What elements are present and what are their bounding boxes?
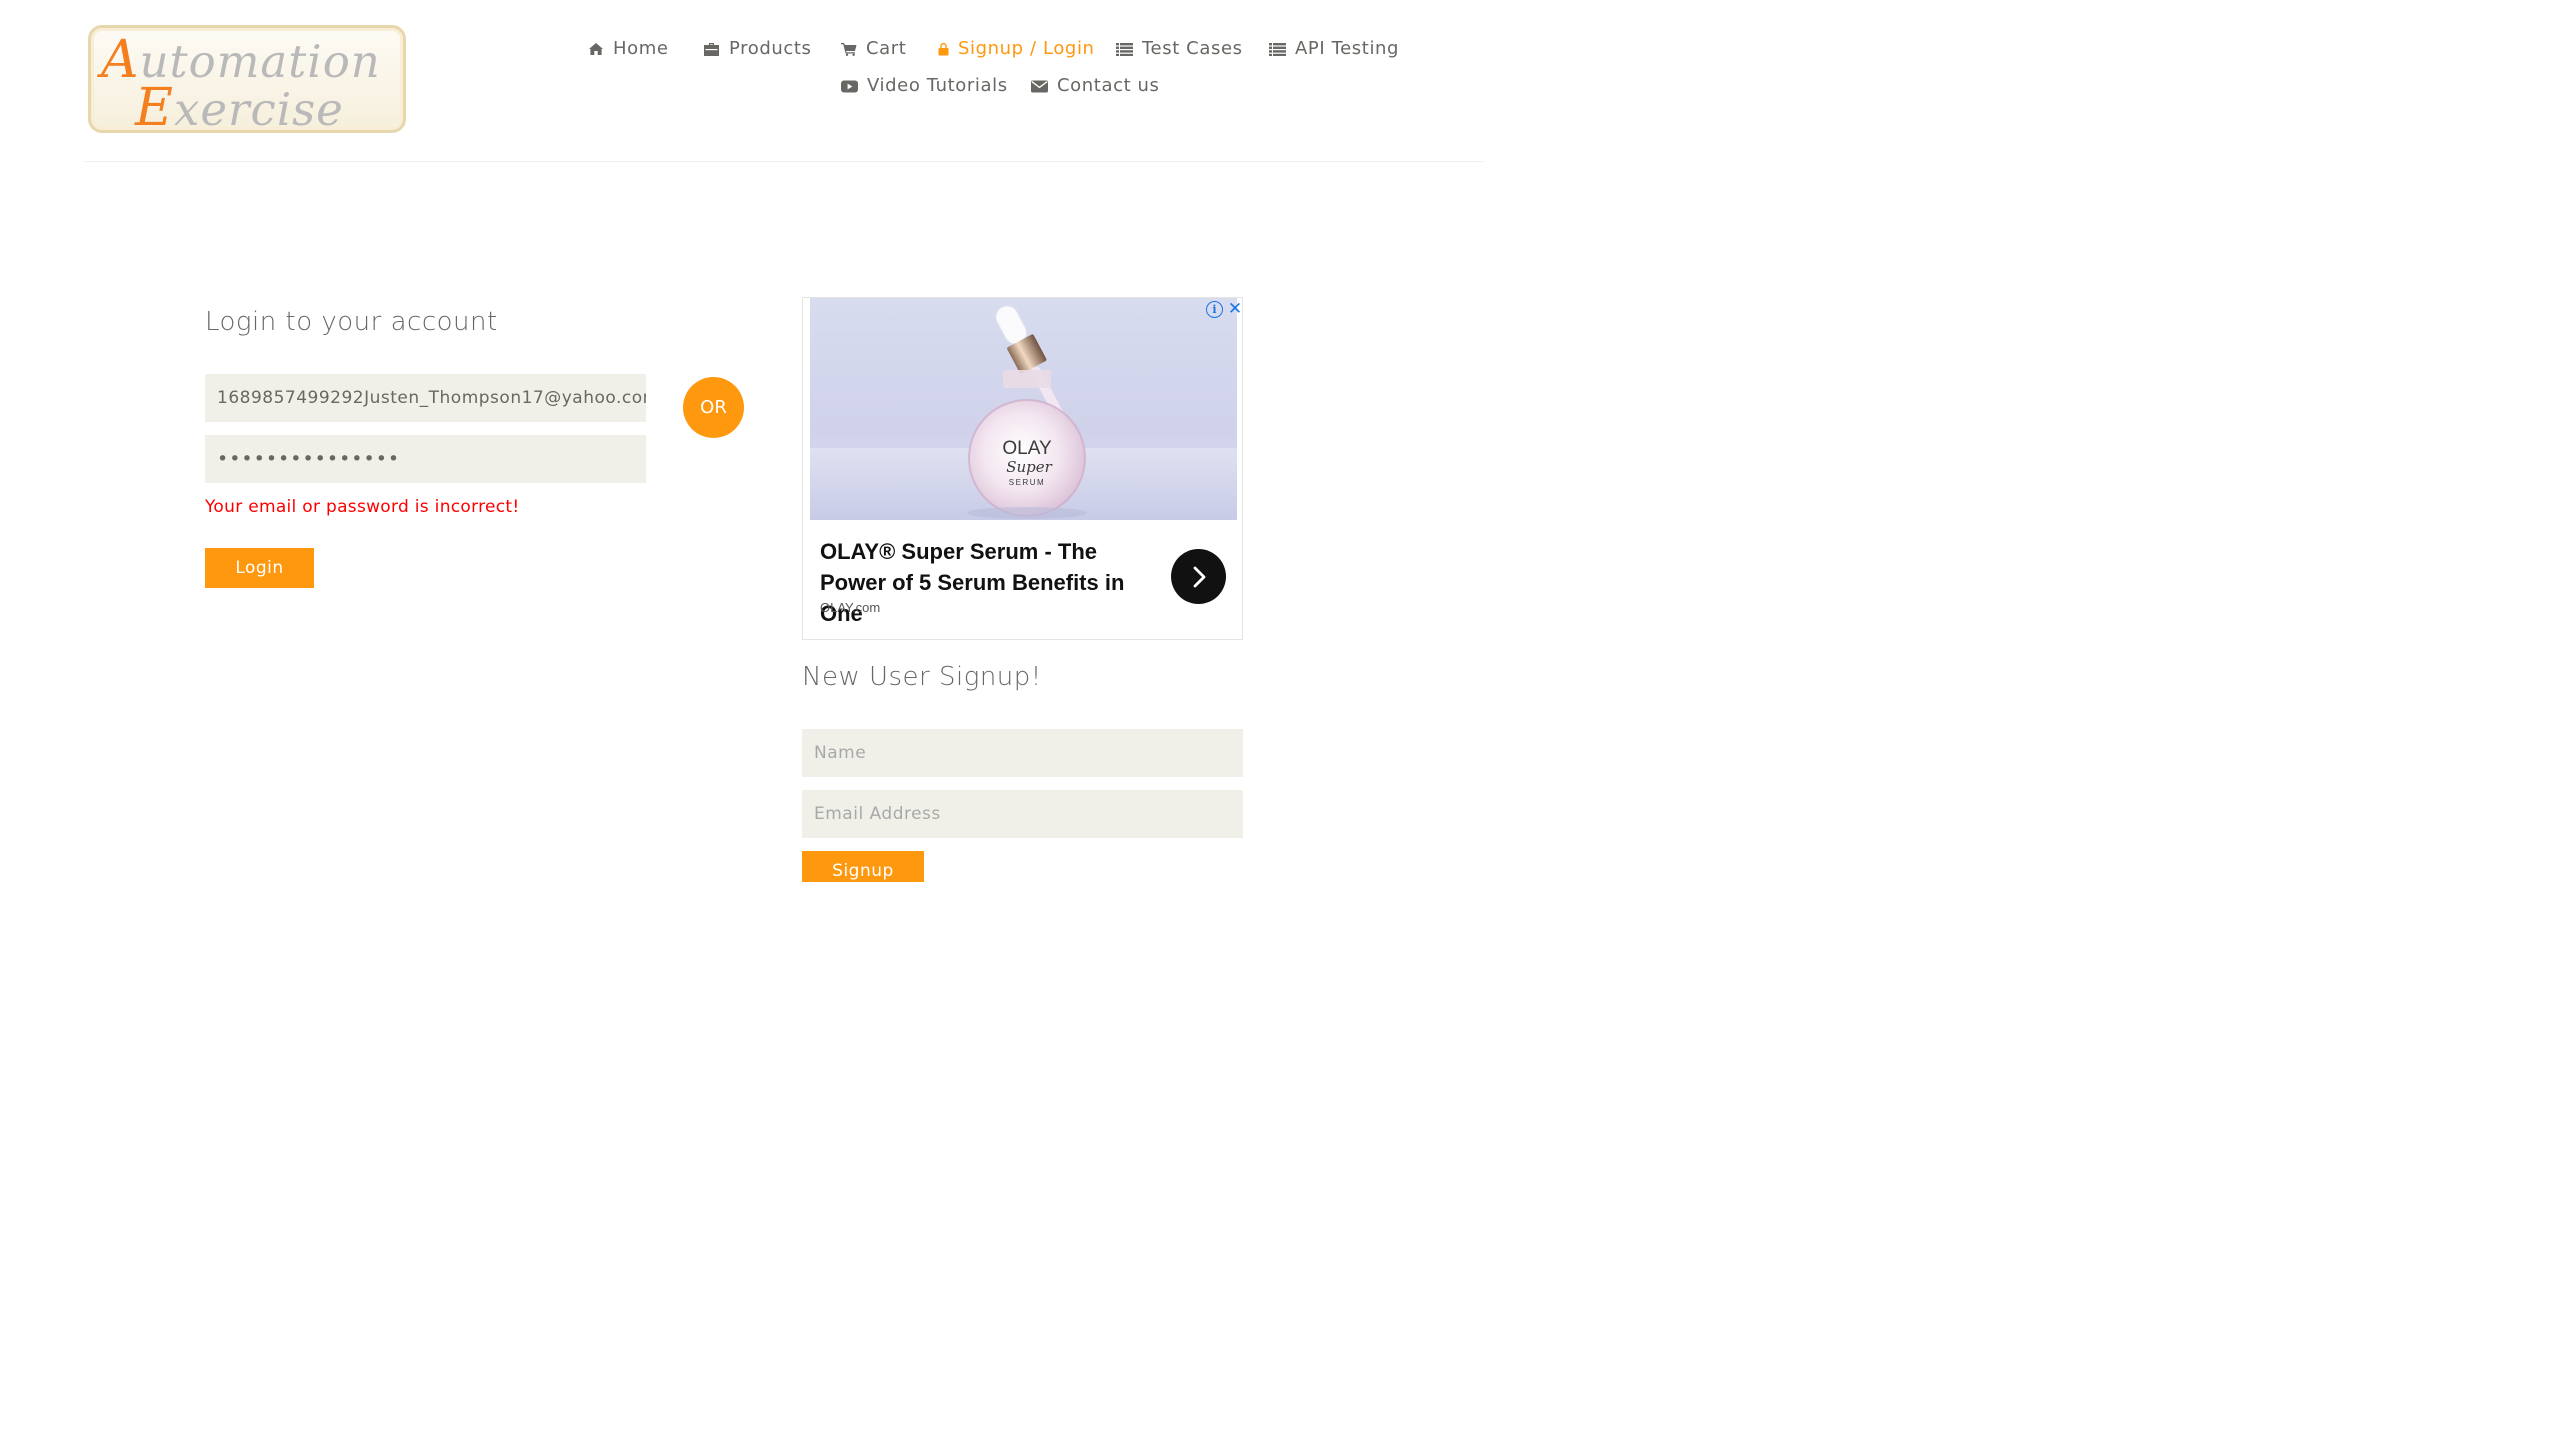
bottle-script-text: Super [1006, 458, 1052, 476]
signup-email-input[interactable]: Email Address [802, 790, 1243, 838]
youtube-icon [841, 80, 858, 92]
login-password-input[interactable]: ••••••••••••••• [205, 435, 646, 483]
list-icon [1116, 43, 1133, 56]
header-divider [84, 161, 1484, 162]
ad-open-button[interactable] [1171, 549, 1226, 604]
login-heading: Login to your account [205, 307, 498, 337]
signup-button[interactable]: Signup [802, 851, 924, 882]
ad-banner[interactable]: OLAY Super SERUM i ✕ OLAY® Super Serum -… [802, 297, 1243, 640]
login-button[interactable]: Login [205, 548, 314, 588]
chevron-right-icon [1193, 566, 1205, 587]
site-logo[interactable]: Automation Exercise [88, 25, 406, 138]
logo-text-line2: Exercise [135, 78, 344, 138]
cart-icon [841, 43, 857, 56]
ad-product-image[interactable]: OLAY Super SERUM [810, 298, 1237, 520]
bottle-sub-text: SERUM [1009, 478, 1045, 487]
nav-test-cases[interactable]: Test Cases [1116, 38, 1243, 60]
ad-info-icon[interactable]: i [1206, 301, 1223, 318]
nav-signup-login[interactable]: Signup / Login [938, 38, 1095, 60]
list-icon [1269, 43, 1286, 56]
envelope-icon [1031, 80, 1048, 92]
bottle-brand-text: OLAY [1002, 438, 1052, 459]
nav-api-testing[interactable]: API Testing [1269, 38, 1399, 60]
ad-domain: OLAY.com [820, 600, 881, 615]
nav-cart[interactable]: Cart [841, 38, 906, 60]
lock-icon [938, 42, 949, 56]
signup-name-input[interactable]: Name [802, 729, 1243, 777]
nav-home[interactable]: Home [588, 38, 669, 60]
home-icon [589, 43, 603, 55]
login-email-input[interactable]: 1689857499292Justen_Thompson17@yahoo.com [205, 374, 646, 422]
serum-bottle-image: OLAY Super SERUM [810, 305, 1237, 520]
nav-contact-us[interactable]: Contact us [1031, 75, 1160, 97]
nav-video-tutorials[interactable]: Video Tutorials [841, 75, 1008, 97]
signup-heading: New User Signup! [802, 662, 1042, 692]
or-divider: OR [683, 377, 744, 438]
nav-products[interactable]: Products [703, 38, 812, 60]
ad-close-icon[interactable]: ✕ [1227, 300, 1242, 318]
briefcase-icon [704, 42, 719, 56]
login-error-message: Your email or password is incorrect! [205, 497, 520, 517]
ad-title[interactable]: OLAY® Super Serum - The Power of 5 Serum… [820, 536, 1160, 629]
